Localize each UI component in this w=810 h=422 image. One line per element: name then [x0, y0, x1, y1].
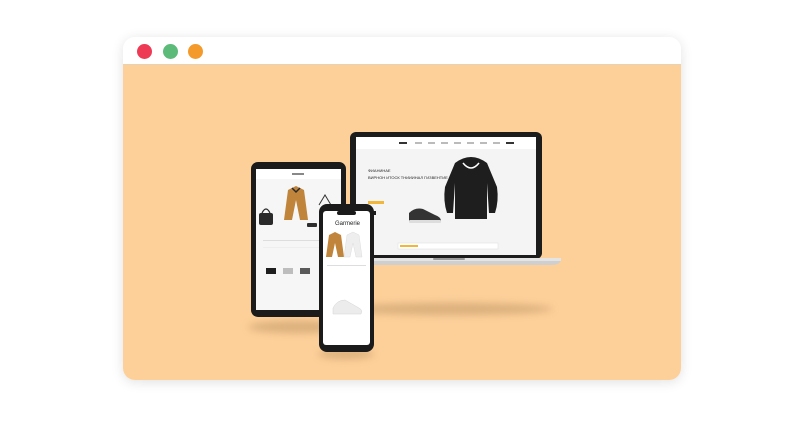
laptop-headline-small: ФИАНИНАЕ	[368, 168, 391, 173]
devices-mockup-illustration	[251, 132, 561, 352]
maximize-button[interactable]	[188, 44, 203, 59]
phone-title: Garmerie	[335, 221, 361, 227]
hero-illustration-area: ФИАНИНАЕ ВИРНОН ИТОСК ТНИИИНАЛ ГИЗВЕНТИЕ…	[123, 65, 681, 380]
laptop-headline: ВИРНОН ИТОСК ТНИИИНАЛ ГИЗВЕНТИЕ	[368, 175, 448, 180]
window-titlebar	[123, 37, 681, 65]
close-button[interactable]	[137, 44, 152, 59]
minimize-button[interactable]	[163, 44, 178, 59]
browser-window: ФИАНИНАЕ ВИРНОН ИТОСК ТНИИИНАЛ ГИЗВЕНТИЕ…	[123, 37, 681, 380]
